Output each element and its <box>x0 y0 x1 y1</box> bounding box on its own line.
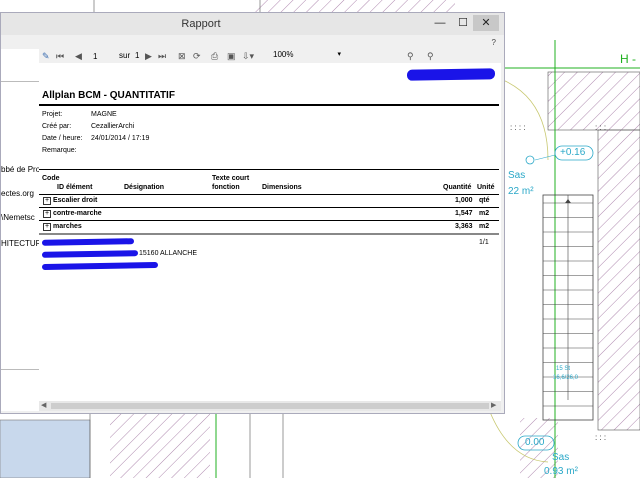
expand-icon[interactable]: + <box>43 223 51 231</box>
hatched-wall <box>255 0 455 12</box>
print-icon[interactable]: ⎙ <box>211 50 218 62</box>
hatched-wall <box>547 71 640 131</box>
first-page-icon[interactable]: ⏮ <box>56 50 64 62</box>
svg-text:: : : :: : : : : <box>510 123 526 132</box>
redaction-mark <box>407 68 495 81</box>
redaction-mark <box>42 250 138 258</box>
row-quantity: 1,000 <box>455 197 473 204</box>
page-counter: 1/1 <box>479 239 489 246</box>
cad-level-bottom: 0.00 <box>525 437 545 448</box>
cad-stair-dims: 16,6/26,0 <box>553 375 579 381</box>
report-page: Allplan BCM - QUANTITATIF Projet: MAGNE … <box>39 63 501 401</box>
row-name: Escalier droit <box>53 197 98 204</box>
row-name: marches <box>53 223 82 230</box>
svg-text:: : :: : : : <box>595 433 606 442</box>
col-designation: Désignation <box>124 184 165 191</box>
last-page-icon[interactable]: ⏭ <box>158 50 166 62</box>
scrollbar-thumb[interactable] <box>51 403 489 409</box>
col-id: ID élément <box>57 184 93 191</box>
report-title: Allplan BCM - QUANTITATIF <box>42 90 175 101</box>
row-unit: m2 <box>479 210 490 217</box>
window-title: Rapport <box>181 18 221 30</box>
col-texte-court: Texte court <box>212 175 250 182</box>
date-value: 24/01/2014 / 17:19 <box>91 135 150 142</box>
report-toolbar: ✎ ⏮ ◀ sur 1 ▶ ⏭ ⊠ ⟳ ⎙ ▣ ⇩▾ 100% ▾ ⚲ ⚲ <box>39 49 502 63</box>
cad-region <box>0 419 91 478</box>
row-unit: qté <box>479 197 490 204</box>
left-panel-item[interactable]: bbé de Pro <box>1 165 39 174</box>
chevron-down-icon: ▾ <box>337 51 341 58</box>
created-by-label: Créé par: <box>42 123 72 130</box>
project-value: MAGNE <box>91 111 117 118</box>
project-label: Projet: <box>42 111 63 118</box>
expand-icon[interactable]: + <box>43 197 51 205</box>
hatched-wall <box>597 129 640 431</box>
scroll-left-icon[interactable]: ◀ <box>41 401 46 409</box>
page-number-input[interactable] <box>91 50 117 63</box>
created-by-value: CezallierArchi <box>91 123 135 130</box>
hatched-wall <box>110 412 210 478</box>
left-panel: bbé de Pro ectes.org \Nemetsc HITECTUR <box>1 49 40 411</box>
cad-room-top: Sas <box>508 170 526 181</box>
search-next-icon[interactable]: ⚲ <box>427 50 434 62</box>
cad-stair-note: 15 St <box>556 366 571 372</box>
cad-level-top: +0.16 <box>560 147 586 158</box>
col-quantite: Quantité <box>443 184 472 191</box>
report-window: Rapport — ☐ ✕ ? bbé de Pro ectes.org \Ne… <box>0 12 505 414</box>
export-icon[interactable]: ⇩▾ <box>242 50 254 62</box>
expand-icon[interactable]: + <box>43 210 51 218</box>
search-icon[interactable]: ⚲ <box>407 50 414 62</box>
left-panel-item[interactable]: HITECTUR <box>1 239 39 248</box>
left-panel-item[interactable]: \Nemetsc <box>1 213 35 222</box>
left-panel-item[interactable]: ectes.org <box>1 189 34 198</box>
cad-label-h: H - <box>620 52 636 66</box>
page-setup-icon[interactable]: ▣ <box>227 50 236 62</box>
title-bar[interactable]: Rapport — ☐ ✕ <box>1 13 504 35</box>
total-pages: 1 <box>135 51 140 60</box>
help-button[interactable]: ? <box>492 38 496 47</box>
row-name: contre-marche <box>53 210 102 217</box>
footer-address: 15160 ALLANCHE <box>139 250 197 257</box>
col-fonction: fonction <box>212 184 240 191</box>
row-quantity: 1,547 <box>455 210 473 217</box>
cad-area-bottom: 0.93 m² <box>544 466 578 477</box>
col-code: Code <box>42 175 60 182</box>
redaction-mark <box>42 261 158 271</box>
col-dimensions: Dimensions <box>262 184 302 191</box>
edit-icon[interactable]: ✎ <box>42 50 50 62</box>
prev-page-icon[interactable]: ◀ <box>75 50 82 62</box>
row-quantity: 3,363 <box>455 223 473 230</box>
svg-text:: : :: : : : <box>595 123 606 132</box>
cad-area-top: 22 m² <box>508 186 534 197</box>
row-unit: m2 <box>479 223 490 230</box>
refresh-icon[interactable]: ⟳ <box>193 50 201 62</box>
next-page-icon[interactable]: ▶ <box>145 50 152 62</box>
scroll-right-icon[interactable]: ▶ <box>491 401 496 409</box>
date-label: Date / heure: <box>42 135 83 142</box>
close-button[interactable]: ✕ <box>473 15 499 31</box>
stop-icon[interactable]: ⊠ <box>178 50 186 62</box>
col-unite: Unité <box>477 184 495 191</box>
redaction-mark <box>42 238 134 246</box>
remark-label: Remarque: <box>42 147 77 154</box>
cad-room-bottom: Sas <box>552 452 570 463</box>
horizontal-scrollbar[interactable]: ◀ ▶ <box>39 401 501 411</box>
page-of-label: sur <box>119 51 131 60</box>
zoom-value: 100% <box>273 50 294 59</box>
zoom-select[interactable]: 100% ▾ <box>273 50 343 61</box>
